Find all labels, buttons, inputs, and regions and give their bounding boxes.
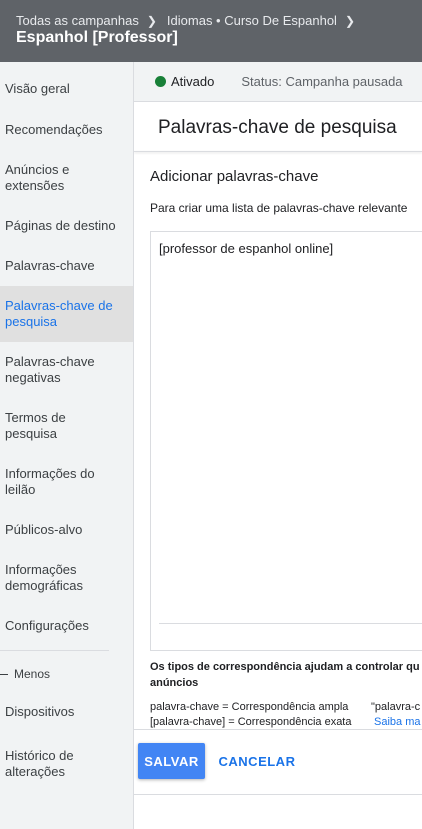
sidebar-item-settings[interactable]: Configurações [0,606,133,646]
chevron-right-icon: ❯ [344,13,356,28]
sidebar-item-label: Dispositivos [5,704,75,719]
sidebar-item-label: Palavras-chave negativas [5,354,95,385]
bottom-divider [134,794,422,795]
save-button[interactable]: SALVAR [138,743,205,779]
sidebar-item-label: Palavras-chave de pesquisa [5,298,113,329]
match-type-exact: [palavra-chave] = Correspondência exata [150,716,352,728]
section-title: Adicionar palavras-chave [150,168,319,185]
sidebar-item-label: Públicos-alvo [5,522,83,537]
campaign-status-text: Status: Campanha pausada [241,74,403,89]
minus-icon [0,673,8,675]
title-divider [134,151,422,152]
status-enabled-dot-icon [155,76,166,87]
keywords-textarea[interactable]: [professor de espanhol online] [150,231,422,651]
breadcrumb-campaign-group[interactable]: Idiomas • Curso De Espanhol [167,13,337,28]
chevron-right-icon: ❯ [146,13,157,28]
sidebar-item-audiences[interactable]: Públicos-alvo [0,510,133,550]
sidebar-item-label: Informações demográficas [5,562,84,593]
sidebar-item-keywords[interactable]: Palavras-chave [0,246,133,286]
keywords-textarea-value: [professor de espanhol online] [159,241,334,256]
sidebar-item-label: Visão geral [5,81,70,96]
sidebar-item-auction-insights[interactable]: Informações do leilão [0,454,133,510]
sidebar-item-negative-keywords[interactable]: Palavras-chave negativas [0,342,133,398]
campaign-status-bar: Ativado Status: Campanha pausada [134,62,422,102]
learn-more-link[interactable]: Saiba ma [374,716,420,728]
sidebar-item-label: Configurações [5,618,89,633]
sidebar-item-label: Páginas de destino [5,218,116,233]
match-type-phrase: "palavra-c [371,701,421,713]
sidebar-show-less-toggle[interactable]: Menos [0,660,133,688]
sidebar-item-label: Anúncios e extensões [5,162,70,193]
sidebar-item-search-terms[interactable]: Termos de pesquisa [0,398,133,454]
sidebar-item-label: Informações do leilão [5,466,95,497]
sidebar-item-search-keywords[interactable]: Palavras-chave de pesquisa [0,286,133,342]
sidebar-item-label: Histórico de alterações [5,748,74,779]
match-type-broad: palavra-chave = Correspondência ampla [150,701,349,713]
sidebar-divider [0,650,109,651]
match-type-broad-line: palavra-chave = Correspondência ampla "p… [150,701,420,713]
sidebar-item-demographics[interactable]: Informações demográficas [0,550,133,606]
cancel-button[interactable]: CANCELAR [214,743,300,779]
status-enabled-dropdown[interactable]: Ativado [171,74,214,89]
sidebar-item-devices[interactable]: Dispositivos [0,692,133,732]
sidebar-show-less-label: Menos [14,667,51,681]
sidebar-item-label: Palavras-chave [5,258,95,273]
sidebar-item-overview[interactable]: Visão geral [0,62,133,116]
page-title: Palavras-chave de pesquisa [158,117,397,138]
sidebar-item-change-history[interactable]: Histórico de alterações [0,736,133,792]
actions-divider [134,729,422,730]
breadcrumb-all-campaigns[interactable]: Todas as campanhas [16,13,139,28]
campaign-title: Espanhol [Professor] [16,29,178,46]
textarea-underline [159,623,422,624]
match-type-exact-line: [palavra-chave] = Correspondência exata … [150,716,420,728]
sidebar-item-recommendations[interactable]: Recomendações [0,110,133,150]
helper-text: Para criar uma lista de palavras-chave r… [150,201,408,215]
match-types-info: Os tipos de correspondência ajudam a con… [150,661,420,689]
campaign-header: Todas as campanhas ❯ Idiomas • Curso De … [0,0,422,62]
sidebar-item-label: Termos de pesquisa [5,410,66,441]
sidebar-item-landing-pages[interactable]: Páginas de destino [0,206,133,246]
sidebar-item-ads-extensions[interactable]: Anúncios e extensões [0,150,133,206]
breadcrumb: Todas as campanhas ❯ Idiomas • Curso De … [16,13,365,28]
sidebar-item-label: Recomendações [5,122,103,137]
sidebar-nav: Visão geral Recomendações Anúncios e ext… [0,62,134,829]
main-panel: Ativado Status: Campanha pausada Palavra… [134,62,422,829]
